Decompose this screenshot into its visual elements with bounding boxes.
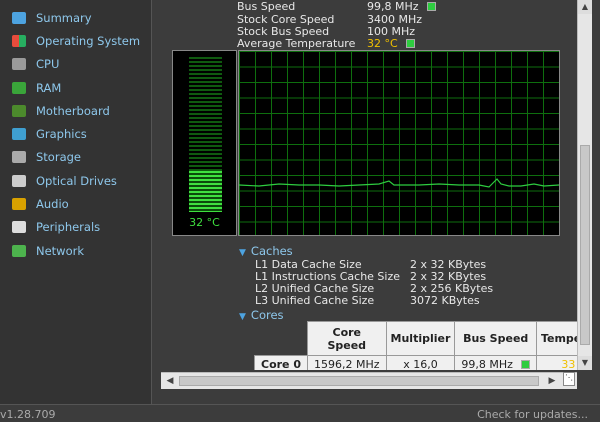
sidebar-item-label: Peripherals	[36, 220, 101, 235]
status-indicator-icon	[520, 360, 530, 369]
table-header-row: Core Speed Multiplier Bus Speed Tempera	[255, 321, 577, 356]
sidebar-item-network[interactable]: Network	[0, 239, 151, 262]
motherboard-icon	[12, 104, 26, 117]
cores-section-toggle[interactable]: ▼ Cores	[239, 308, 284, 322]
sidebar-item-label: Summary	[36, 10, 92, 25]
thermometer-reading: 32 °C	[189, 216, 220, 229]
sidebar-item-storage[interactable]: Storage	[0, 146, 151, 169]
bus-speed-value: 99,8 MHz	[367, 0, 419, 13]
cpu-details-panel: Bus Speed 99,8 MHz Stock Core Speed 3400 M…	[161, 0, 577, 370]
average-temperature-row: Average Temperature 32 °C	[237, 37, 415, 50]
chevron-down-icon: ▼	[239, 312, 246, 322]
scroll-left-icon[interactable]: ◀	[163, 374, 177, 388]
cpu-icon	[12, 58, 26, 71]
status-indicator-icon	[405, 39, 415, 48]
scroll-right-icon[interactable]: ▶	[545, 374, 559, 388]
cores-table: Core Speed Multiplier Bus Speed Tempera …	[254, 321, 577, 370]
sidebar-item-label: Graphics	[36, 127, 87, 142]
ram-icon	[12, 81, 26, 94]
caches-section-toggle[interactable]: ▼ Caches	[239, 244, 293, 258]
check-for-updates-link[interactable]: Check for updates...	[477, 408, 588, 421]
sidebar: Summary Operating System CPU RAM Motherb…	[0, 0, 152, 404]
multiplier-cell: x 16,0	[385, 355, 456, 370]
hard-drive-icon	[12, 151, 26, 164]
core-name: Core 0	[254, 355, 308, 370]
column-header-core-speed: Core Speed	[307, 321, 387, 356]
network-icon	[12, 244, 26, 257]
sidebar-item-label: CPU	[36, 57, 60, 72]
sidebar-item-label: Operating System	[36, 33, 141, 48]
sidebar-item-optical-drives[interactable]: Optical Drives	[0, 169, 151, 192]
sidebar-item-cpu[interactable]: CPU	[0, 53, 151, 76]
sidebar-item-label: Storage	[36, 150, 81, 165]
average-temperature-value: 32 °C	[367, 37, 398, 50]
horizontal-scrollbar[interactable]: ◀ ▶	[161, 372, 577, 389]
bus-speed-cell: 99,8 MHz	[454, 355, 537, 370]
sidebar-item-summary[interactable]: Summary	[0, 6, 151, 29]
core-speed-cell: 1596,2 MHz	[307, 355, 387, 370]
cache-label: L3 Unified Cache Size	[255, 294, 375, 307]
sidebar-item-label: Audio	[36, 197, 69, 212]
mouse-icon	[12, 221, 26, 234]
scroll-down-icon[interactable]: ▼	[578, 356, 592, 370]
temperature-thermometer: 32 °C	[172, 50, 237, 236]
sidebar-item-audio[interactable]: Audio	[0, 192, 151, 215]
sidebar-item-graphics[interactable]: Graphics	[0, 122, 151, 145]
scroll-up-icon[interactable]: ▲	[578, 0, 592, 14]
temperature-line	[239, 178, 559, 188]
sidebar-item-motherboard[interactable]: Motherboard	[0, 99, 151, 122]
cache-row: L3 Unified Cache Size 3072 KBytes	[255, 294, 480, 307]
monitor-icon	[12, 128, 26, 141]
vertical-scrollbar[interactable]: ▲ ▼	[577, 0, 592, 370]
bus-speed-row: Bus Speed 99,8 MHz	[237, 0, 436, 13]
sidebar-item-ram[interactable]: RAM	[0, 76, 151, 99]
column-header-bus-speed: Bus Speed	[454, 321, 537, 356]
speaker-icon	[12, 198, 26, 211]
temperature-cell: 33 °C	[535, 355, 577, 370]
sidebar-item-label: Motherboard	[36, 103, 110, 118]
resize-grip-icon[interactable]: ⋱	[563, 372, 575, 386]
version-label: v1.28.709	[0, 408, 56, 421]
horizontal-scroll-thumb[interactable]	[179, 376, 539, 386]
table-row: Core 0 1596,2 MHz x 16,0 99,8 MHz 33 °C	[254, 355, 577, 370]
sidebar-list: Summary Operating System CPU RAM Motherb…	[0, 0, 151, 262]
sidebar-item-label: Network	[36, 243, 85, 258]
status-bar: v1.28.709 Check for updates...	[0, 404, 600, 422]
sidebar-item-label: Optical Drives	[36, 173, 117, 188]
average-temperature-label: Average Temperature	[237, 37, 356, 50]
temperature-graph	[238, 50, 560, 236]
optical-disc-icon	[12, 174, 26, 187]
temperature-graph-svg	[239, 178, 559, 188]
bus-speed-cell-value: 99,8 MHz	[461, 358, 513, 370]
column-header-temperature: Tempera	[535, 321, 577, 356]
caches-title: Caches	[250, 244, 293, 258]
summary-icon	[12, 11, 26, 24]
sidebar-item-label: RAM	[36, 80, 62, 95]
cores-title: Cores	[250, 308, 284, 322]
table-header-empty	[255, 322, 308, 356]
vertical-scroll-thumb[interactable]	[580, 145, 590, 345]
status-indicator-icon	[426, 2, 436, 11]
windows-icon	[12, 34, 26, 47]
bus-speed-label: Bus Speed	[237, 0, 296, 13]
sidebar-item-operating-system[interactable]: Operating System	[0, 29, 151, 52]
cache-value: 3072 KBytes	[410, 294, 480, 307]
sidebar-item-peripherals[interactable]: Peripherals	[0, 216, 151, 239]
column-header-multiplier: Multiplier	[385, 321, 456, 356]
chevron-down-icon: ▼	[239, 248, 246, 258]
thermometer-fill	[189, 171, 222, 212]
